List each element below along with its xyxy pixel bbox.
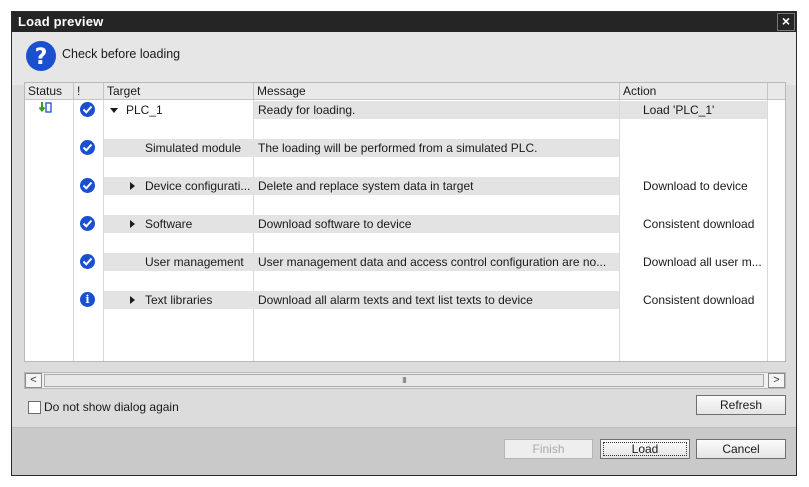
table-row[interactable]: Simulated module The loading will be per… [25,139,785,157]
table-row[interactable]: Software Download software to device Con… [25,215,785,233]
expand-toggle-icon[interactable] [130,182,135,190]
action-cell[interactable]: Download to device [643,177,765,195]
dialog-title: Load preview [18,14,104,29]
scroll-right-button[interactable]: > [768,373,785,388]
check-icon [80,216,95,231]
column-alert[interactable]: ! [74,83,104,100]
target-cell: User management [145,255,244,269]
finish-button[interactable]: Finish [504,439,593,459]
title-bar[interactable]: Load preview × [12,12,796,32]
scroll-left-button[interactable]: < [25,373,42,388]
load-preview-dialog: Load preview × ? Check before loading St… [11,11,797,476]
action-cell[interactable]: Consistent download [643,291,765,309]
message-cell: Delete and replace system data in target [258,179,474,193]
target-cell: Software [145,217,193,231]
cancel-button[interactable]: Cancel [696,439,786,459]
header-text: Check before loading [62,47,181,61]
column-target[interactable]: Target [104,83,254,100]
check-icon [80,140,95,155]
expand-toggle-icon[interactable] [130,296,135,304]
message-cell: User management data and access control … [258,255,607,269]
check-icon [80,178,95,193]
action-cell[interactable]: Download all user m... [643,253,765,271]
download-status-icon [39,101,59,119]
target-cell: Text libraries [145,293,213,307]
info-icon: i [80,292,95,307]
table-row[interactable]: Device configurati... Delete and replace… [25,177,785,195]
dialog-footer: Finish Load Cancel [12,427,796,475]
header-area: ? Check before loading [12,32,796,85]
load-preview-table: Status ! Target Message Action PLC_1 Rea… [24,82,786,362]
svg-text:?: ? [35,45,48,70]
message-cell: Download all alarm texts and text list t… [258,293,533,307]
horizontal-scrollbar[interactable]: < III > [24,372,786,389]
target-cell: Simulated module [145,141,242,155]
message-cell: The loading will be performed from a sim… [258,141,538,155]
refresh-button[interactable]: Refresh [696,395,786,415]
do-not-show-label[interactable]: Do not show dialog again [44,400,179,414]
message-cell: Ready for loading. [258,103,356,117]
action-cell[interactable]: Load 'PLC_1' [643,101,765,119]
check-icon [80,254,95,269]
action-cell[interactable]: Consistent download [643,215,765,233]
message-cell: Download software to device [258,217,412,231]
load-button[interactable]: Load [600,439,690,459]
column-status[interactable]: Status [25,83,74,100]
expand-toggle-icon[interactable] [130,220,135,228]
column-message[interactable]: Message [254,83,620,100]
table-header: Status ! Target Message Action [25,83,785,100]
target-cell: PLC_1 [126,103,163,117]
check-icon [80,102,95,117]
column-action[interactable]: Action [620,83,768,100]
question-icon: ? [26,41,56,71]
close-button[interactable]: × [777,13,795,31]
table-row[interactable]: i Text libraries Download all alarm text… [25,291,785,309]
table-row[interactable]: User management User management data and… [25,253,785,271]
target-cell: Device configurati... [145,179,251,193]
scroll-thumb[interactable]: III [44,374,764,387]
expand-toggle-icon[interactable] [110,108,118,113]
do-not-show-checkbox[interactable] [28,401,41,414]
table-row[interactable]: PLC_1 Ready for loading. Load 'PLC_1' [25,101,785,119]
